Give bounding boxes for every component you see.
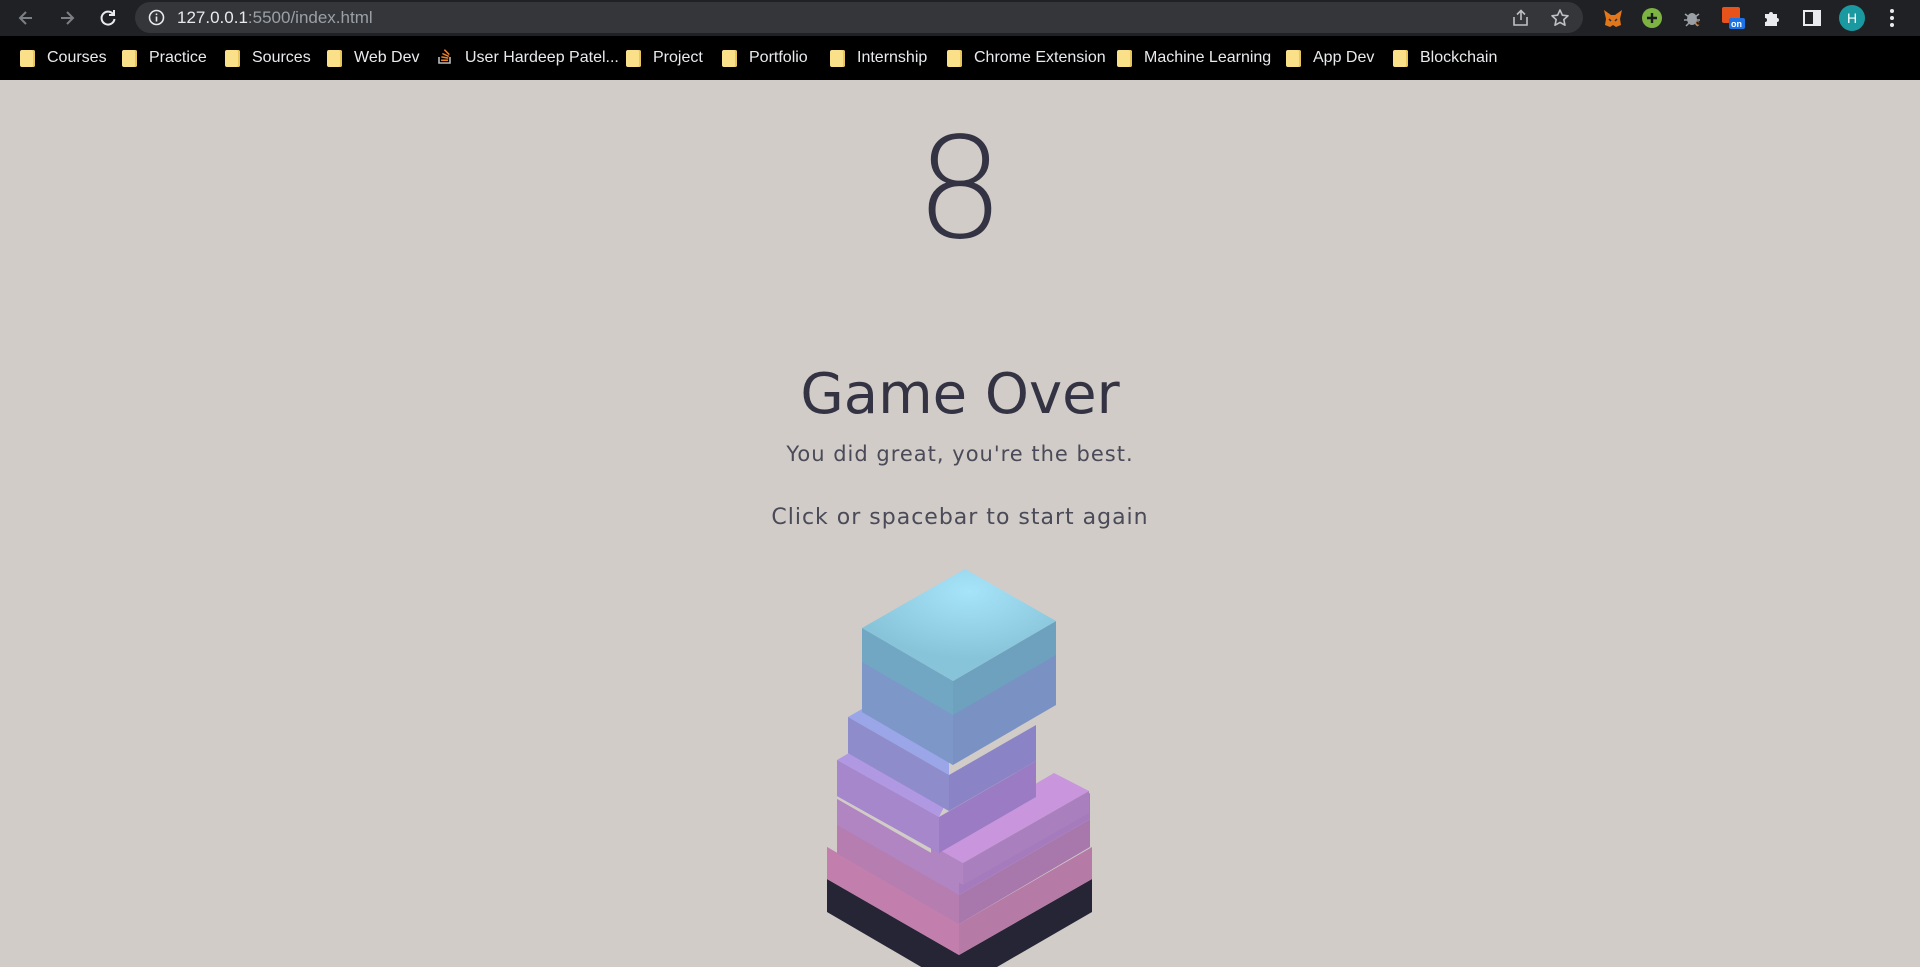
folder-icon	[20, 49, 35, 67]
bookmarks-bar: Courses Practice Sources Web Dev User Ha…	[0, 36, 1920, 80]
folder-icon	[225, 49, 240, 67]
folder-icon	[1117, 49, 1132, 67]
folder-icon	[1393, 49, 1408, 67]
puzzle-extensions-icon[interactable]	[1759, 5, 1785, 31]
bookmark-folder-blockchain[interactable]: Blockchain	[1393, 48, 1497, 68]
bookmark-folder-web-dev[interactable]: Web Dev	[327, 48, 420, 68]
stackoverflow-icon	[437, 47, 453, 69]
game-over-message: You did great, you're the best.	[786, 442, 1134, 466]
folder-icon	[122, 49, 137, 67]
bookmark-stackoverflow-user[interactable]: User Hardeep Patel...	[437, 48, 619, 68]
bookmark-label: Machine Learning	[1144, 49, 1272, 66]
back-button[interactable]	[12, 4, 40, 32]
bookmark-label: Blockchain	[1420, 49, 1498, 66]
bookmark-label: Portfolio	[749, 49, 808, 66]
calendar-extension-icon[interactable]: on	[1720, 5, 1746, 31]
bookmark-label: Project	[653, 49, 703, 66]
bookmark-label: Courses	[47, 49, 107, 66]
game-over-title: Game Over	[800, 362, 1120, 427]
browser-toolbar: 127.0.0.1:5500/index.html c on H	[0, 0, 1920, 36]
bookmark-label: Internship	[857, 49, 928, 66]
bookmark-label: Web Dev	[354, 49, 420, 66]
forward-button[interactable]	[53, 4, 81, 32]
folder-icon	[947, 49, 962, 67]
bookmark-folder-internship[interactable]: Internship	[830, 48, 927, 68]
bookmark-label: User Hardeep Patel...	[465, 49, 619, 66]
share-icon[interactable]	[1511, 8, 1531, 32]
forward-arrow-icon	[61, 11, 75, 25]
bookmark-folder-courses[interactable]: Courses	[20, 48, 107, 68]
folder-icon	[830, 49, 845, 67]
bookmark-label: Chrome Extension	[974, 49, 1106, 66]
folder-icon	[1286, 49, 1301, 67]
menu-kebab-icon[interactable]	[1879, 5, 1905, 31]
bookmark-folder-machine-learning[interactable]: Machine Learning	[1117, 48, 1271, 68]
block-stack-tower[interactable]	[800, 555, 1120, 967]
bookmark-folder-sources[interactable]: Sources	[225, 48, 311, 68]
score-display: 8	[915, 108, 1005, 271]
folder-icon	[626, 49, 641, 67]
bookmark-label: App Dev	[1313, 49, 1375, 66]
bug-extension-icon[interactable]: c	[1679, 5, 1705, 31]
back-arrow-icon	[18, 11, 32, 25]
folder-icon	[722, 49, 737, 67]
profile-initial: H	[1839, 5, 1865, 31]
bookmark-folder-app-dev[interactable]: App Dev	[1286, 48, 1374, 68]
reload-icon	[100, 10, 116, 26]
url-text: 127.0.0.1:5500/index.html	[177, 8, 373, 28]
bookmark-folder-practice[interactable]: Practice	[122, 48, 207, 68]
bookmark-label: Practice	[149, 49, 207, 66]
profile-avatar[interactable]: H	[1839, 5, 1865, 31]
bookmark-label: Sources	[252, 49, 311, 66]
bookmark-folder-project[interactable]: Project	[626, 48, 703, 68]
metamask-fox-icon[interactable]	[1600, 5, 1626, 31]
bookmark-folder-chrome-extension[interactable]: Chrome Extension	[947, 48, 1106, 68]
folder-icon	[327, 49, 342, 67]
reload-button[interactable]	[94, 4, 122, 32]
url-host: 127.0.0.1	[177, 8, 248, 27]
side-panel-icon[interactable]	[1799, 5, 1825, 31]
address-bar[interactable]: 127.0.0.1:5500/index.html	[135, 2, 1583, 33]
extension-badge-text: on	[1731, 19, 1742, 29]
svg-text:c: c	[1695, 18, 1700, 28]
site-info-icon[interactable]	[148, 9, 165, 30]
url-path: :5500/index.html	[247, 8, 373, 27]
bookmark-folder-portfolio[interactable]: Portfolio	[722, 48, 808, 68]
restart-instruction[interactable]: Click or spacebar to start again	[0, 505, 1920, 530]
bookmark-star-icon[interactable]	[1550, 8, 1570, 32]
green-plus-extension-icon[interactable]	[1639, 5, 1665, 31]
